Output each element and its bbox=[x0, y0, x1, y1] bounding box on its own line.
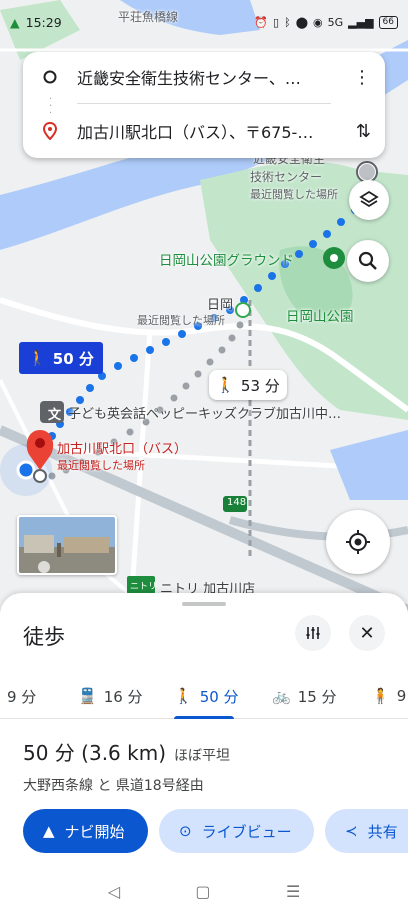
route-duration: 50 分 (3.6 km) bbox=[23, 741, 166, 765]
directions-card: 近畿安全衛生技術センター、… ⋮ · · · 加古川駅北口（バス）、〒675-… ⇅ bbox=[23, 52, 385, 158]
my-location-button[interactable] bbox=[326, 510, 390, 574]
layers-icon bbox=[359, 190, 379, 208]
share-icon: ≺ bbox=[345, 822, 358, 840]
directions-sheet: 徒歩 ✕ 9 分 🚆 16 分 🚶 50 分 🚲 15 分 🧍 9 50 分 (… bbox=[0, 593, 408, 911]
start-navigation-label: ナビ開始 bbox=[64, 822, 125, 841]
system-nav-bar: ◁ ▢ ☰ bbox=[0, 872, 408, 911]
search-icon bbox=[358, 251, 377, 270]
active-tab-indicator bbox=[174, 716, 234, 719]
route-terrain: ほぼ平坦 bbox=[174, 748, 230, 764]
school-icon: 文 bbox=[48, 408, 62, 423]
crosshair-icon bbox=[346, 530, 370, 554]
tab-bike[interactable]: 🚲 15 分 bbox=[272, 673, 337, 719]
travel-mode-tabs: 9 分 🚆 16 分 🚶 50 分 🚲 15 分 🧍 9 bbox=[0, 673, 408, 719]
recents-icon[interactable]: ☰ bbox=[286, 882, 300, 901]
nitori-logo: ニトリ bbox=[130, 582, 158, 592]
ride-icon: 🧍 bbox=[371, 687, 390, 705]
map-label-hioka-recent: 最近閲覧した場所 bbox=[137, 314, 225, 327]
map-label-hioka-ground: 日岡山公園グラウンド bbox=[159, 253, 294, 269]
walk-icon: 🚶 bbox=[216, 376, 235, 394]
route-chip-alternate[interactable]: 🚶 53 分 bbox=[209, 370, 287, 400]
map-label-hioka-park: 日岡山公園 bbox=[286, 309, 354, 325]
action-buttons: ▲ ナビ開始 ⊙ ライブビュー ≺ 共有 bbox=[23, 809, 408, 855]
train-icon: 🚆 bbox=[78, 687, 97, 705]
origin-circle-icon bbox=[23, 70, 77, 84]
tab-car[interactable]: 9 分 bbox=[7, 673, 36, 719]
share-button[interactable]: ≺ 共有 bbox=[325, 809, 408, 853]
route-148-shield: 148 bbox=[227, 497, 247, 508]
route-options-button[interactable] bbox=[295, 615, 331, 651]
tab-transit[interactable]: 🚆 16 分 bbox=[78, 673, 143, 719]
walk-icon: 🚶 bbox=[28, 349, 47, 367]
network-label: 5G bbox=[327, 15, 344, 29]
origin-row[interactable]: 近畿安全衛生技術センター、… ⋮ bbox=[23, 52, 385, 102]
mode-title: 徒歩 bbox=[23, 625, 65, 649]
tab-car-label: 9 分 bbox=[7, 687, 37, 706]
live-view-icon: ⊙ bbox=[179, 822, 192, 840]
close-button[interactable]: ✕ bbox=[349, 615, 385, 651]
tab-bike-label: 15 分 bbox=[297, 687, 337, 706]
tab-walk[interactable]: 🚶 50 分 bbox=[174, 673, 239, 719]
map-label-hioka-station: 日岡 bbox=[207, 298, 234, 313]
route-chip-selected-label: 50 分 bbox=[52, 349, 94, 368]
street-view-thumbnail[interactable] bbox=[17, 515, 117, 575]
start-navigation-button[interactable]: ▲ ナビ開始 bbox=[23, 809, 148, 853]
live-view-label: ライブビュー bbox=[201, 822, 292, 841]
status-bar: ▲ 15:29 ⏰ ▯ ᛒ ⬤ ◉ 5G ▂▄▆ 66 bbox=[0, 0, 408, 44]
wifi-icon: ◉ bbox=[313, 15, 323, 29]
map-label-center-recent: 最近閲覧した場所 bbox=[250, 188, 338, 201]
share-label: 共有 bbox=[367, 822, 398, 841]
tree-icon: ▲ bbox=[10, 14, 20, 30]
back-icon[interactable]: ◁ bbox=[108, 882, 120, 901]
home-icon[interactable]: ▢ bbox=[195, 882, 210, 901]
tab-walk-label: 50 分 bbox=[199, 687, 239, 706]
tune-icon bbox=[306, 627, 320, 639]
map-label-kakogawa-recent: 最近閲覧した場所 bbox=[57, 459, 145, 472]
tab-transit-label: 16 分 bbox=[103, 687, 143, 706]
more-options-icon[interactable]: ⋮ bbox=[353, 67, 371, 88]
battery-icon: 66 bbox=[378, 15, 398, 29]
destination-field[interactable]: 加古川駅北口（バス）、〒675-… bbox=[77, 119, 332, 143]
vibrate-icon: ▯ bbox=[273, 15, 280, 29]
map-label-center-2: 技術センター bbox=[250, 170, 323, 184]
destination-pin-icon bbox=[23, 122, 77, 140]
bike-icon: 🚲 bbox=[272, 687, 291, 705]
close-icon: ✕ bbox=[359, 622, 375, 644]
status-time: 15:29 bbox=[25, 14, 62, 30]
route-chip-selected[interactable]: 🚶 50 分 bbox=[19, 342, 103, 374]
live-view-button[interactable]: ⊙ ライブビュー bbox=[159, 809, 314, 853]
alarm-icon: ⏰ bbox=[254, 15, 269, 29]
route-chip-alternate-label: 53 分 bbox=[240, 376, 280, 395]
navigation-arrow-icon: ▲ bbox=[43, 822, 55, 840]
map-label-school[interactable]: 子ども英会話ペッピーキッズクラブ加古川中… bbox=[68, 403, 400, 422]
map-label-kakogawa[interactable]: 加古川駅北口（バス） bbox=[57, 438, 187, 457]
street-view-image bbox=[19, 517, 115, 573]
tab-ride[interactable]: 🧍 9 bbox=[371, 673, 406, 719]
layers-button[interactable] bbox=[349, 180, 389, 220]
route-summary: 50 分 (3.6 km) ほぼ平坦 bbox=[23, 737, 230, 766]
signal-icon: ▂▄▆ bbox=[348, 15, 374, 29]
tab-ride-label: 9 bbox=[396, 687, 407, 705]
route-via: 大野西条線 と 県道18号経由 bbox=[23, 778, 204, 794]
swap-icon[interactable]: ⇅ bbox=[356, 121, 371, 142]
divider bbox=[77, 103, 331, 104]
walk-icon: 🚶 bbox=[174, 687, 193, 705]
search-button[interactable] bbox=[347, 240, 389, 282]
location-icon: ⬤ bbox=[295, 15, 309, 29]
sheet-handle[interactable] bbox=[182, 602, 226, 606]
destination-row[interactable]: 加古川駅北口（バス）、〒675-… ⇅ bbox=[23, 106, 385, 156]
origin-field[interactable]: 近畿安全衛生技術センター、… bbox=[77, 65, 332, 89]
bluetooth-icon: ᛒ bbox=[284, 15, 291, 29]
